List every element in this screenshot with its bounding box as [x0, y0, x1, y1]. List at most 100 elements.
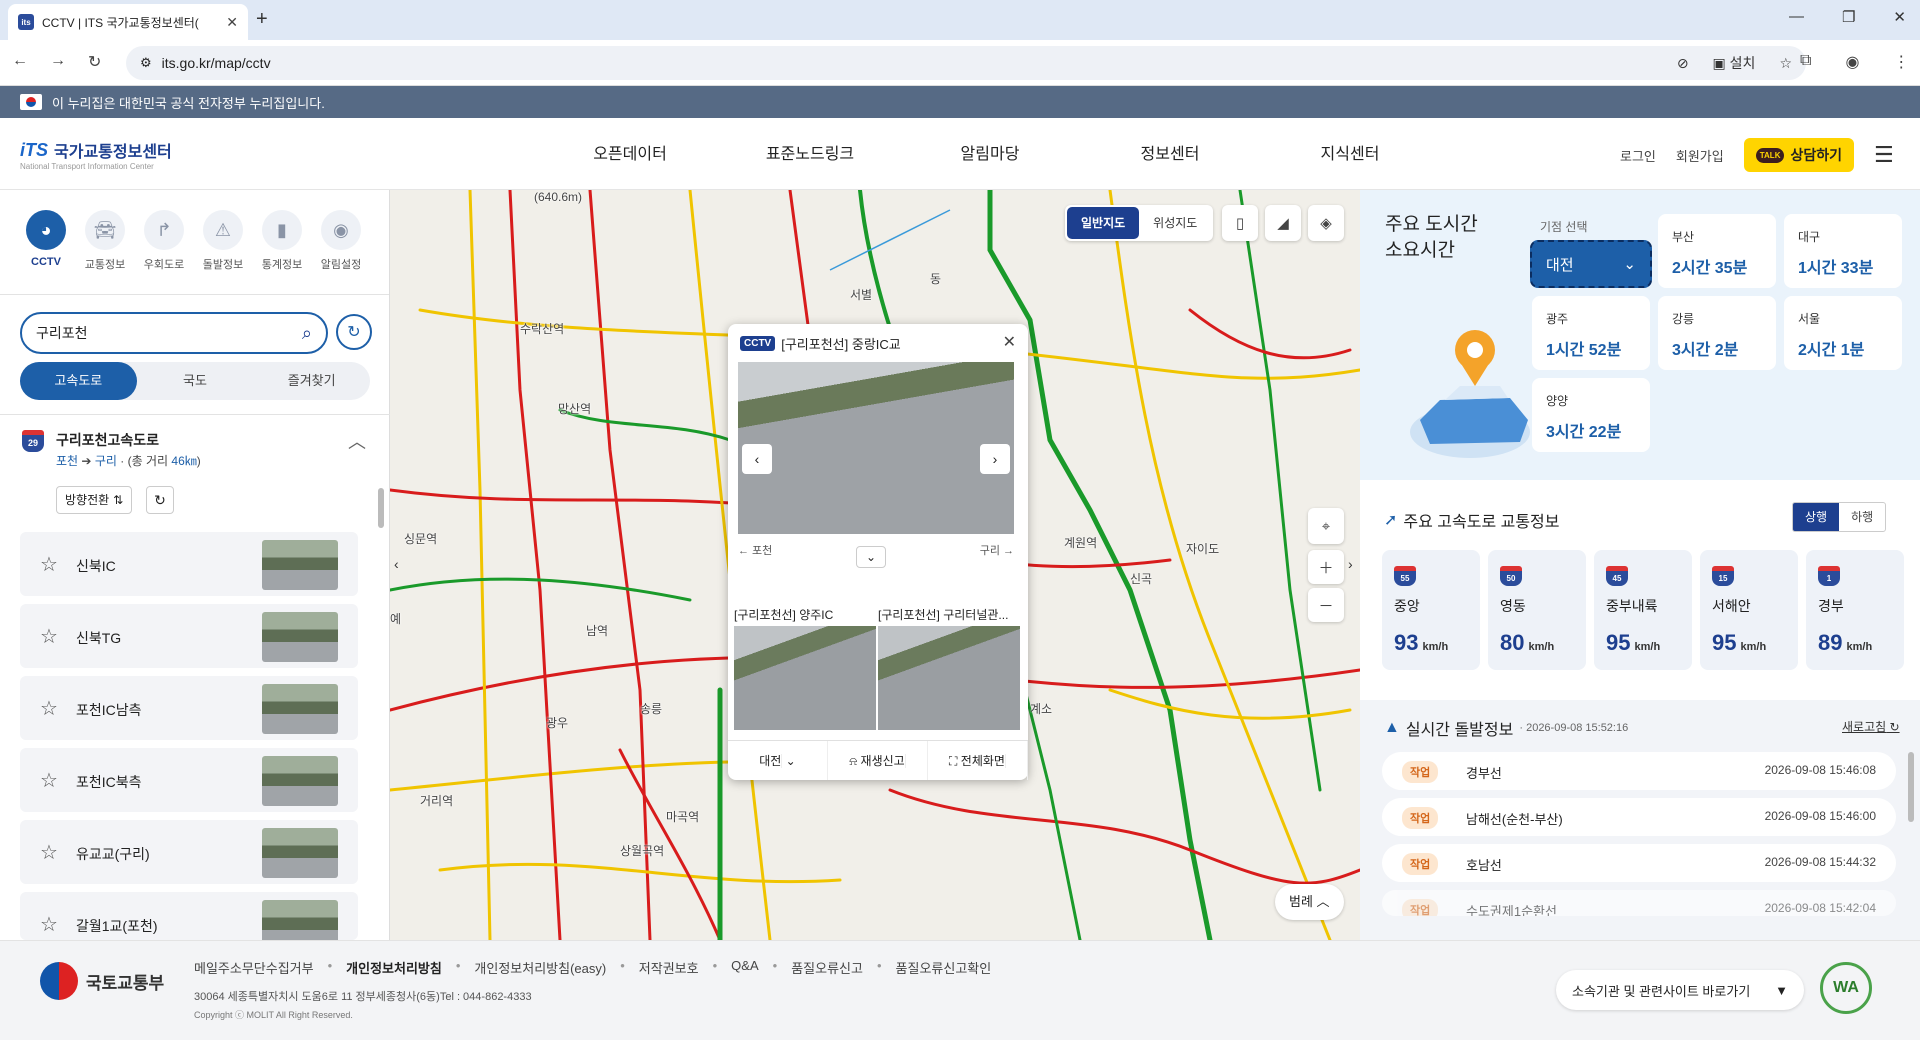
camera-list-item[interactable]: ☆ 포천IC북측 — [20, 748, 358, 812]
camera-list-item[interactable]: ☆ 포천IC남측 — [20, 676, 358, 740]
chevron-down-icon[interactable]: ⌄ — [856, 546, 886, 568]
locate-icon[interactable]: ⌖ — [1308, 508, 1344, 544]
star-icon[interactable]: ☆ — [40, 768, 58, 793]
reset-search-button[interactable]: ↻ — [336, 314, 372, 350]
map-type-normal[interactable]: 일반지도 — [1067, 207, 1140, 239]
traffic-light-icon[interactable]: ▯ — [1222, 205, 1258, 241]
collapse-right-icon[interactable]: › — [1348, 556, 1353, 572]
camera-list-item[interactable]: ☆ 신북TG — [20, 604, 358, 668]
hamburger-menu-icon[interactable]: ☰ — [1874, 142, 1894, 168]
close-window-icon[interactable]: ✕ — [1893, 8, 1906, 26]
url-text[interactable]: its.go.kr/map/cctv — [162, 55, 1667, 71]
bookmark-star-icon[interactable]: ☆ — [1779, 55, 1792, 72]
star-icon[interactable]: ☆ — [40, 840, 58, 865]
category-alert[interactable]: ◉ 알림설정 — [311, 210, 371, 272]
incident-item[interactable]: 작업 수도권제1순환선 2026-09-08 15:42:04 — [1382, 890, 1896, 916]
forward-icon[interactable]: → — [50, 52, 66, 72]
extensions-icon[interactable]: ⧉ — [1800, 52, 1811, 72]
nearby-camera-thumbnail[interactable] — [734, 626, 876, 730]
close-tab-icon[interactable]: ✕ — [226, 14, 238, 31]
kakao-talk-button[interactable]: TALK 상담하기 — [1743, 138, 1854, 172]
highway-card[interactable]: 55 중앙 93 km/h — [1382, 550, 1480, 670]
footer-link[interactable]: 개인정보처리방침 — [346, 958, 442, 977]
tab-up[interactable]: 상행 — [1793, 503, 1840, 531]
incident-refresh-link[interactable]: 새로고침 ↻ — [1842, 718, 1900, 735]
close-icon[interactable]: ✕ — [1003, 332, 1016, 352]
next-camera-button[interactable]: › — [980, 444, 1010, 474]
origin-select[interactable]: 대전 ⌄ — [1530, 240, 1652, 288]
signup-link[interactable]: 회원가입 — [1676, 146, 1724, 165]
incident-item[interactable]: 작업 남해선(순천-부산) 2026-09-08 15:46:00 — [1382, 798, 1896, 836]
profile-icon[interactable]: ◉ — [1845, 52, 1859, 72]
cctv-layer-icon[interactable]: ◢ — [1265, 205, 1301, 241]
category-stats[interactable]: ▮ 통계정보 — [252, 210, 312, 272]
footer-link[interactable]: 저작권보호 — [639, 958, 699, 977]
highway-card[interactable]: 1 경부 89 km/h — [1806, 550, 1904, 670]
back-icon[interactable]: ← — [12, 52, 28, 72]
star-icon[interactable]: ☆ — [40, 552, 58, 577]
prev-camera-button[interactable]: ‹ — [742, 444, 772, 474]
search-icon[interactable]: ⌕ — [302, 323, 312, 344]
footer-link[interactable]: 품질오류신고 — [791, 958, 863, 977]
browser-tab[interactable]: its CCTV | ITS 국가교통정보센터( ✕ — [8, 4, 248, 40]
direction-toggle-button[interactable]: 방향전환 ⇅ — [56, 486, 133, 514]
tab-expressway[interactable]: 고속도로 — [20, 362, 137, 400]
camera-list-item[interactable]: ☆ 유교교(구리) — [20, 820, 358, 884]
new-tab-icon[interactable]: + — [256, 8, 268, 31]
site-logo[interactable]: iTS 국가교통정보센터 National Transport Informati… — [20, 138, 172, 172]
highway-card[interactable]: 45 중부내륙 95 km/h — [1594, 550, 1692, 670]
layers-icon[interactable]: ◈ — [1308, 205, 1344, 241]
nav-opendata[interactable]: 오픈데이터 — [540, 140, 720, 164]
footer-link[interactable]: 품질오류신고확인 — [896, 958, 992, 977]
reload-icon[interactable]: ↻ — [88, 52, 101, 72]
zoom-out-icon[interactable]: － — [1308, 588, 1344, 622]
ministry-logo[interactable]: 국토교통부 — [40, 962, 164, 1000]
highway-card[interactable]: 15 서해안 95 km/h — [1700, 550, 1798, 670]
menu-dots-icon[interactable]: ⋮ — [1893, 52, 1909, 72]
legend-button[interactable]: 범례 ︿ — [1275, 884, 1344, 920]
direction-refresh-button[interactable]: ↻ — [146, 486, 174, 514]
incident-item[interactable]: 작업 경부선 2026-09-08 15:46:08 — [1382, 752, 1896, 790]
collapse-left-icon[interactable]: ‹ — [394, 556, 399, 572]
highway-card[interactable]: 50 영동 80 km/h — [1488, 550, 1586, 670]
star-icon[interactable]: ☆ — [40, 624, 58, 649]
star-icon[interactable]: ☆ — [40, 696, 58, 721]
footer-link[interactable]: 개인정보처리방침(easy) — [474, 958, 606, 977]
map-type-satellite[interactable]: 위성지도 — [1139, 207, 1211, 239]
tab-favorites[interactable]: 즐겨찾기 — [253, 362, 370, 400]
nearby-camera-title[interactable]: [구리포천선] 양주IC — [734, 606, 874, 623]
category-cctv[interactable]: ◕ CCTV — [16, 210, 76, 268]
nearby-camera-thumbnail[interactable] — [878, 626, 1020, 730]
category-incident[interactable]: ⚠ 돌발정보 — [193, 210, 253, 272]
right-scrollbar[interactable] — [1908, 752, 1914, 822]
camera-list-item[interactable]: ☆ 갈월1교(포천) — [20, 892, 358, 940]
nav-infocenter[interactable]: 정보센터 — [1080, 140, 1260, 164]
minimize-icon[interactable]: — — [1789, 8, 1804, 26]
incident-item[interactable]: 작업 호남선 2026-09-08 15:44:32 — [1382, 844, 1896, 882]
star-icon[interactable]: ☆ — [40, 912, 58, 937]
report-button[interactable]: ⍾ 재생신고 — [828, 741, 928, 780]
chevron-up-icon[interactable]: ︿ — [348, 428, 366, 454]
tab-down[interactable]: 하행 — [1839, 503, 1885, 531]
region-select[interactable]: 대전 ⌄ — [728, 741, 828, 780]
tab-national-road[interactable]: 국도 — [137, 362, 254, 400]
nearby-camera-title[interactable]: [구리포천선] 구리터널관... — [878, 606, 1018, 623]
category-traffic[interactable]: 🚘︎ 교통정보 — [75, 210, 135, 272]
omnibox[interactable]: ⚙ its.go.kr/map/cctv ⊘ ▣ 설치 ☆ — [126, 46, 1806, 80]
left-scrollbar[interactable] — [378, 488, 384, 528]
zoom-in-icon[interactable]: ＋ — [1308, 550, 1344, 584]
footer-link[interactable]: Q&A — [731, 958, 758, 977]
fullscreen-button[interactable]: ⛶ 전체화면 — [928, 741, 1028, 780]
nav-nodelink[interactable]: 표준노드링크 — [720, 140, 900, 164]
nav-notice[interactable]: 알림마당 — [900, 140, 1080, 164]
nav-knowledge[interactable]: 지식센터 — [1260, 140, 1440, 164]
related-sites-select[interactable]: 소속기관 및 관련사이트 바로가기 ▼ — [1556, 970, 1804, 1010]
search-input[interactable]: 구리포천 ⌕ — [20, 312, 328, 354]
login-link[interactable]: 로그인 — [1620, 146, 1656, 165]
camera-list-item[interactable]: ☆ 신북IC — [20, 532, 358, 596]
site-info-icon[interactable]: ⚙ — [140, 55, 152, 71]
eye-off-icon[interactable]: ⊘ — [1677, 55, 1689, 72]
category-detour[interactable]: ↱ 우회도로 — [134, 210, 194, 272]
restore-icon[interactable]: ❐ — [1842, 8, 1855, 26]
footer-link[interactable]: 메일주소무단수집거부 — [194, 958, 314, 977]
